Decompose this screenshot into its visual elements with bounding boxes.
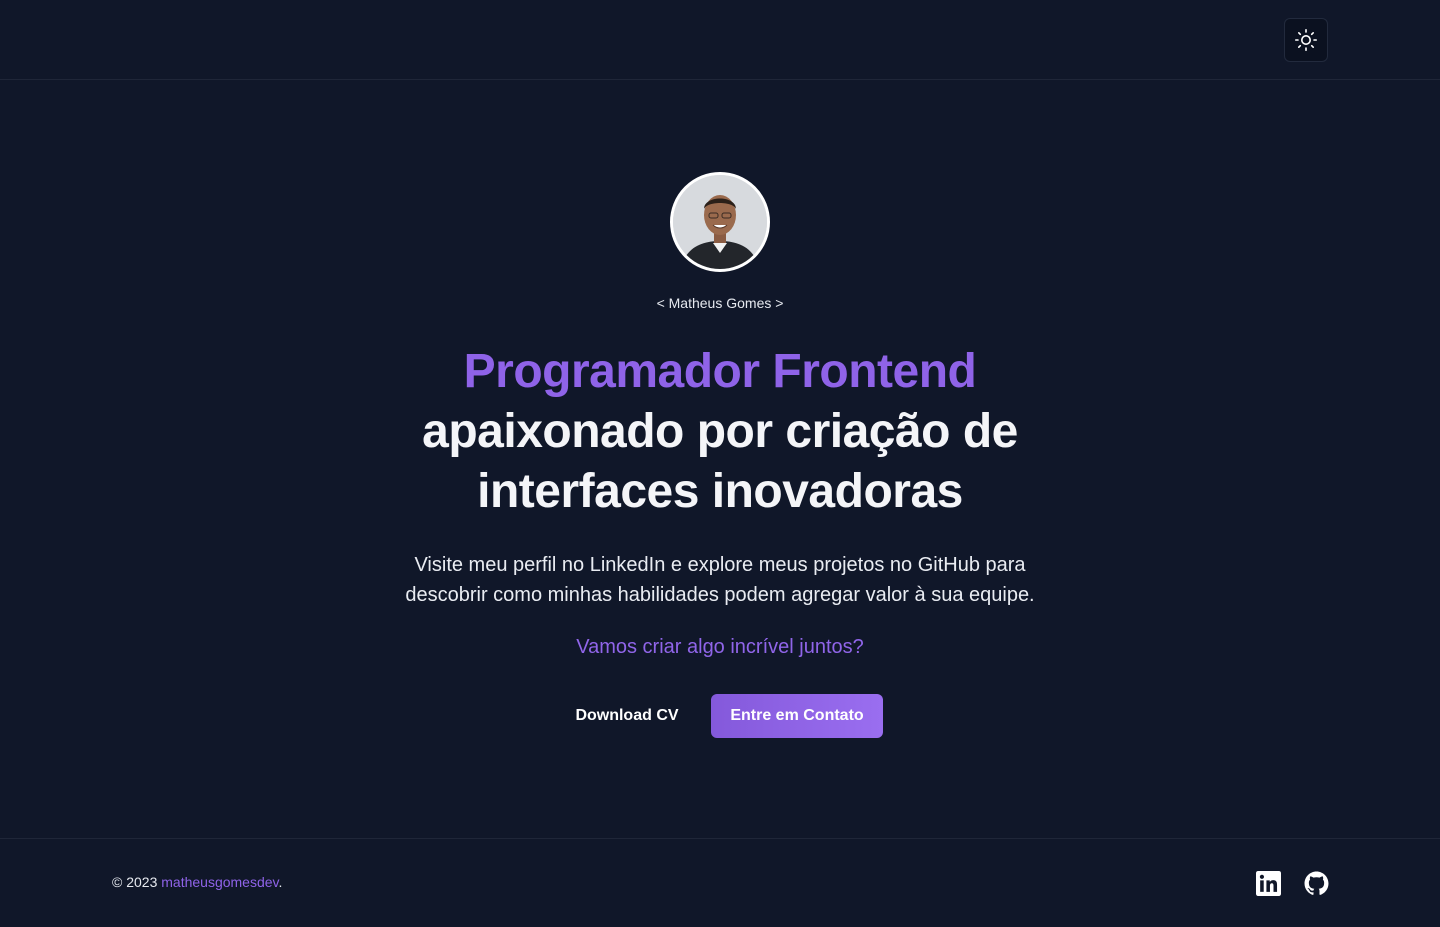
sun-icon bbox=[1294, 28, 1318, 52]
linkedin-icon bbox=[1255, 870, 1281, 896]
headline: Programador Frontend apaixonado por cria… bbox=[380, 342, 1060, 522]
copyright-prefix: © 2023 bbox=[112, 874, 162, 890]
contact-button[interactable]: Entre em Contato bbox=[711, 694, 883, 738]
hero-description: Visite meu perfil no LinkedIn e explore … bbox=[405, 554, 1035, 606]
brand-link[interactable]: matheusgomesdev bbox=[161, 874, 278, 890]
headline-rest: apaixonado por criação de interfaces ino… bbox=[422, 405, 1018, 518]
hero-actions: Download CV Entre em Contato bbox=[557, 694, 883, 738]
theme-toggle-button[interactable] bbox=[1284, 18, 1328, 62]
linkedin-link[interactable] bbox=[1255, 870, 1281, 896]
download-cv-button[interactable]: Download CV bbox=[557, 694, 697, 738]
site-footer: © 2023 matheusgomesdev. bbox=[0, 838, 1440, 927]
github-link[interactable] bbox=[1303, 870, 1329, 896]
site-header bbox=[0, 0, 1440, 80]
avatar bbox=[670, 172, 770, 272]
cta-text: Vamos criar algo incrível juntos? bbox=[576, 636, 864, 658]
github-icon bbox=[1304, 871, 1328, 895]
copyright: © 2023 matheusgomesdev. bbox=[112, 874, 282, 890]
developer-handle: < Matheus Gomes > bbox=[656, 295, 784, 311]
copyright-suffix: . bbox=[278, 874, 283, 890]
hero-section: < Matheus Gomes > Programador Frontend a… bbox=[0, 80, 1440, 838]
headline-accent: Programador Frontend bbox=[463, 345, 977, 398]
